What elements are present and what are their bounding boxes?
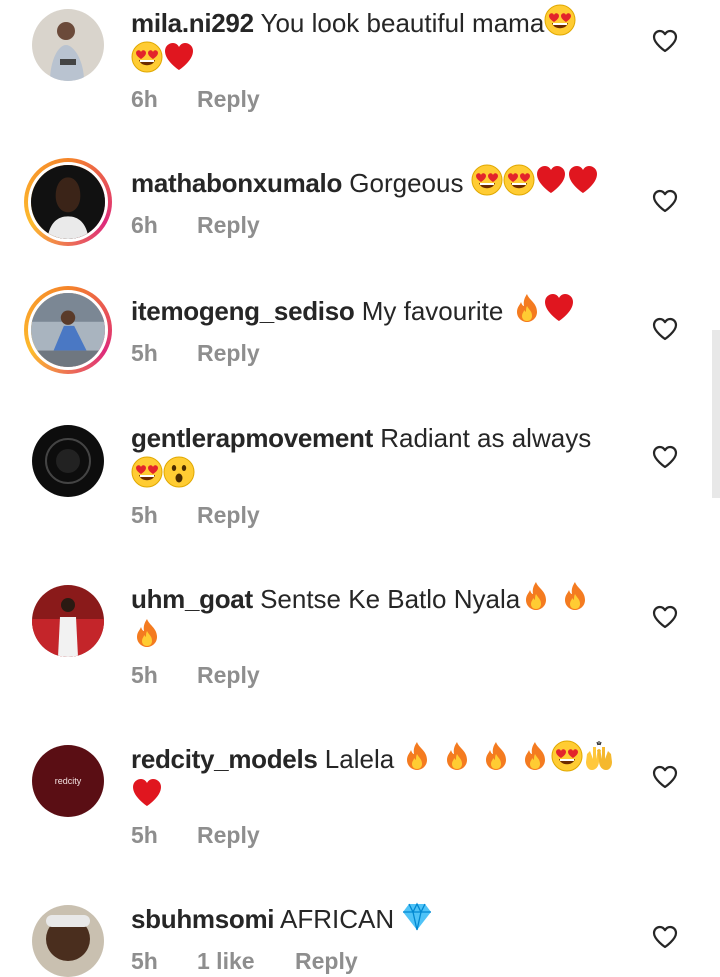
astonished-emoji-icon bbox=[163, 456, 195, 488]
comment-text: Gorgeous bbox=[349, 168, 464, 198]
fire-emoji-icon bbox=[480, 740, 512, 772]
comment-text: You look beautiful mama bbox=[260, 8, 545, 38]
comment-time: 5h bbox=[131, 662, 158, 688]
like-heart-icon[interactable] bbox=[652, 29, 678, 53]
like-heart-icon[interactable] bbox=[652, 765, 678, 789]
comment-time: 6h bbox=[131, 86, 158, 112]
comment-time: 5h bbox=[131, 822, 158, 848]
reply-button[interactable]: Reply bbox=[197, 502, 260, 529]
fire-emoji-icon bbox=[511, 292, 543, 324]
red-heart-emoji-icon bbox=[163, 41, 195, 73]
comment-text: Radiant as always bbox=[380, 423, 592, 453]
fire-emoji-icon bbox=[441, 740, 473, 772]
fire-emoji-icon bbox=[401, 740, 433, 772]
avatar[interactable] bbox=[32, 425, 104, 497]
comment-username[interactable]: sbuhmsomi bbox=[131, 904, 275, 934]
reply-button[interactable]: Reply bbox=[197, 662, 260, 689]
red-heart-emoji-icon bbox=[543, 292, 575, 324]
heart-eyes-emoji-icon bbox=[131, 456, 163, 488]
comment-text: AFRICAN bbox=[280, 904, 395, 934]
comment-username[interactable]: mila.ni292 bbox=[131, 8, 254, 38]
reply-button[interactable]: Reply bbox=[197, 86, 260, 113]
avatar[interactable] bbox=[32, 9, 104, 81]
reply-button[interactable]: Reply bbox=[197, 822, 260, 849]
comment-username[interactable]: redcity_models bbox=[131, 744, 318, 774]
comment-username[interactable]: mathabonxumalo bbox=[131, 168, 342, 198]
heart-eyes-emoji-icon bbox=[131, 41, 163, 73]
avatar[interactable] bbox=[24, 286, 112, 374]
reply-button[interactable]: Reply bbox=[197, 340, 260, 367]
red-heart-emoji-icon bbox=[535, 164, 567, 196]
comment-text: Lalela bbox=[324, 744, 395, 774]
comment-username[interactable]: uhm_goat bbox=[131, 584, 253, 614]
comment-time: 5h bbox=[131, 502, 158, 528]
red-heart-emoji-icon bbox=[131, 777, 163, 809]
avatar[interactable] bbox=[24, 158, 112, 246]
heart-eyes-emoji-icon bbox=[471, 164, 503, 196]
fire-emoji-icon bbox=[559, 580, 591, 612]
fire-emoji-icon bbox=[519, 740, 551, 772]
gem-emoji-icon bbox=[401, 900, 433, 932]
like-heart-icon[interactable] bbox=[652, 925, 678, 949]
comment-text: My favourite bbox=[361, 296, 504, 326]
raised-hands-emoji-icon bbox=[583, 740, 615, 772]
heart-eyes-emoji-icon bbox=[544, 4, 576, 36]
comment-text: Sentse Ke Batlo Nyala bbox=[260, 584, 521, 614]
comment-username[interactable]: itemogeng_sediso bbox=[131, 296, 355, 326]
avatar[interactable]: redcity bbox=[32, 745, 104, 817]
avatar[interactable] bbox=[32, 585, 104, 657]
avatar-logo-text: redcity bbox=[54, 776, 82, 786]
heart-eyes-emoji-icon bbox=[503, 164, 535, 196]
scrollbar[interactable] bbox=[712, 330, 720, 498]
red-heart-emoji-icon bbox=[567, 164, 599, 196]
fire-emoji-icon bbox=[131, 617, 163, 649]
comment-time: 5h bbox=[131, 340, 158, 366]
reply-button[interactable]: Reply bbox=[197, 212, 260, 239]
like-heart-icon[interactable] bbox=[652, 189, 678, 213]
fire-emoji-icon bbox=[520, 580, 552, 612]
avatar[interactable] bbox=[32, 905, 104, 977]
comment-time: 6h bbox=[131, 212, 158, 238]
like-heart-icon[interactable] bbox=[652, 445, 678, 469]
like-heart-icon[interactable] bbox=[652, 605, 678, 629]
like-heart-icon[interactable] bbox=[652, 317, 678, 341]
heart-eyes-emoji-icon bbox=[551, 740, 583, 772]
comment-username[interactable]: gentlerapmovement bbox=[131, 423, 373, 453]
